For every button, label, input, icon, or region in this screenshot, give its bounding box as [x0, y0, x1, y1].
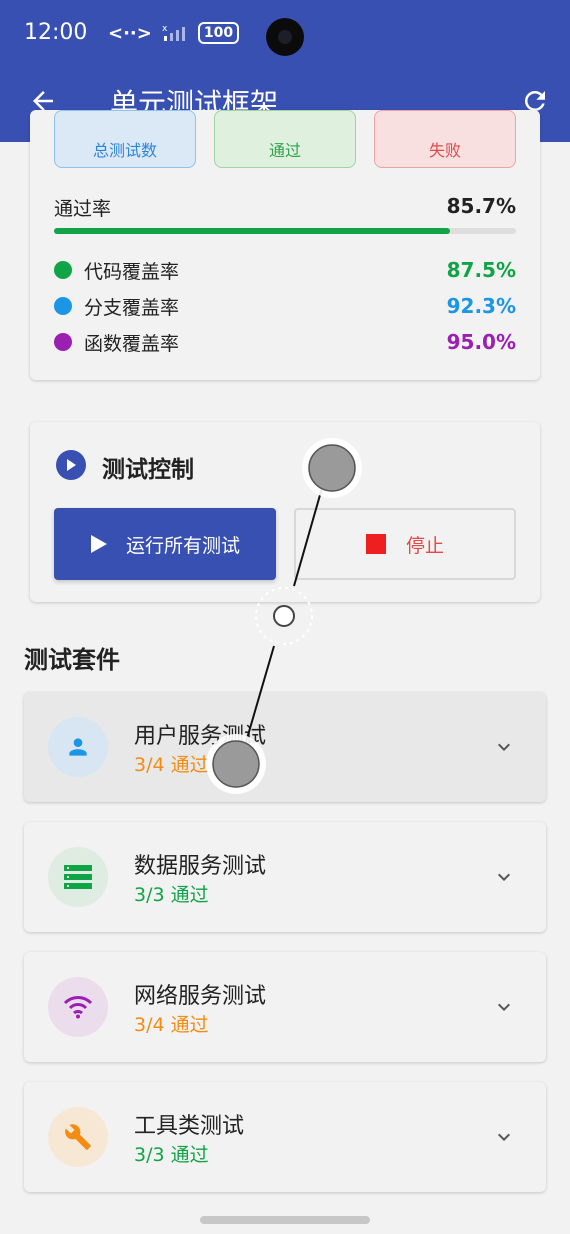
suite-status: 3/4 通过 — [134, 1014, 209, 1036]
metric-value: 95.0% — [446, 330, 516, 354]
play-icon — [90, 535, 107, 553]
chevron-down-icon[interactable] — [492, 735, 516, 759]
passed-label: 通过 — [268, 141, 301, 160]
metric-dot — [54, 333, 72, 351]
suite-item-utility[interactable]: 工具类测试 3/3 通过 — [24, 1082, 546, 1192]
metric-dot — [54, 297, 72, 315]
suite-item-network-service[interactable]: 网络服务测试 3/4 通过 — [24, 952, 546, 1062]
test-control-card: 测试控制 运行所有测试 停止 — [30, 422, 540, 602]
metric-code-coverage: 代码覆盖率 87.5% — [54, 256, 516, 284]
metric-branch-coverage: 分支覆盖率 92.3% — [54, 292, 516, 320]
pass-rate-progress — [54, 228, 516, 234]
summary-card: 总测试数 通过 失败 通过率 85.7% 代码覆盖率 87.5% 分支覆盖率 9… — [30, 110, 540, 380]
metric-label: 函数覆盖率 — [84, 332, 180, 355]
stop-icon — [365, 534, 386, 554]
wrench-icon — [48, 1107, 108, 1167]
metric-label: 代码覆盖率 — [84, 260, 180, 283]
suite-status: 3/4 通过 — [134, 754, 209, 776]
signal-icon: x — [162, 24, 185, 41]
pass-rate-value: 85.7% — [446, 194, 516, 218]
svg-text:x: x — [162, 24, 168, 34]
suite-status: 3/3 通过 — [134, 1144, 209, 1166]
status-icons: <··> x 100 — [108, 22, 240, 44]
pass-rate-progress-fill — [54, 228, 450, 234]
person-icon — [48, 717, 108, 777]
suite-name: 数据服务测试 — [134, 854, 267, 879]
chevron-down-icon[interactable] — [492, 865, 516, 889]
failed-label: 失败 — [428, 141, 461, 160]
suite-status: 3/3 通过 — [134, 884, 209, 906]
metric-label: 分支覆盖率 — [84, 296, 180, 319]
camera-cutout — [266, 18, 304, 56]
suite-item-data-service[interactable]: 数据服务测试 3/3 通过 — [24, 822, 546, 932]
suite-item-user-service[interactable]: 用户服务测试 3/4 通过 — [24, 692, 546, 802]
chevron-down-icon[interactable] — [492, 1125, 516, 1149]
suite-name: 网络服务测试 — [134, 984, 267, 1009]
status-time: 12:00 — [24, 20, 88, 45]
run-all-tests-button[interactable]: 运行所有测试 — [54, 508, 276, 580]
total-tests-label: 总测试数 — [92, 141, 157, 160]
failed-box: 失败 — [374, 110, 516, 168]
home-indicator[interactable] — [200, 1216, 370, 1224]
metric-dot — [54, 261, 72, 279]
summary-mini-boxes: 总测试数 通过 失败 — [54, 110, 516, 168]
play-circle-icon — [56, 450, 86, 480]
suite-name: 工具类测试 — [134, 1114, 245, 1139]
passed-box: 通过 — [214, 110, 356, 168]
test-suites-title: 测试套件 — [24, 646, 120, 674]
metric-value: 87.5% — [446, 258, 516, 282]
metric-value: 92.3% — [446, 294, 516, 318]
storage-icon — [48, 847, 108, 907]
pass-rate-label: 通过率 — [54, 198, 112, 220]
stop-label: 停止 — [405, 534, 444, 557]
network-icon: <··> — [108, 22, 152, 44]
run-all-tests-label: 运行所有测试 — [125, 534, 240, 557]
metric-function-coverage: 函数覆盖率 95.0% — [54, 328, 516, 356]
stop-button[interactable]: 停止 — [294, 508, 516, 580]
suite-name: 用户服务测试 — [134, 724, 267, 749]
chevron-down-icon[interactable] — [492, 995, 516, 1019]
battery-indicator: 100 — [197, 22, 240, 44]
wifi-icon — [48, 977, 108, 1037]
test-control-title: 测试控制 — [102, 457, 194, 483]
total-tests-box: 总测试数 — [54, 110, 196, 168]
